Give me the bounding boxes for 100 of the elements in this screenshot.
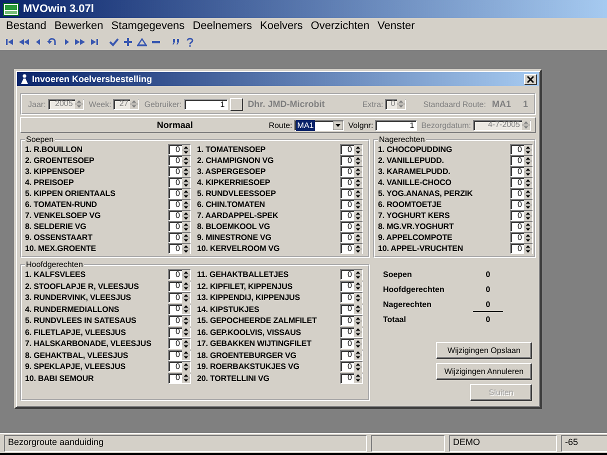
- plus-icon[interactable]: [122, 36, 134, 48]
- spin-box[interactable]: 0: [340, 188, 363, 199]
- menu-item[interactable]: Overzichten: [306, 20, 374, 32]
- spin-box[interactable]: 0: [510, 188, 533, 199]
- spin-arrows-icon[interactable]: [524, 210, 532, 220]
- checkmark-icon[interactable]: [108, 36, 120, 48]
- spin-box[interactable]: 0: [340, 326, 363, 338]
- spin-arrows-icon[interactable]: [524, 200, 532, 210]
- spin-arrows-icon[interactable]: [354, 281, 362, 292]
- spin-arrows-icon[interactable]: [354, 292, 362, 303]
- spin-box[interactable]: 0: [340, 155, 363, 166]
- menu-item[interactable]: Bewerken: [50, 20, 108, 32]
- spin-box[interactable]: 0: [340, 315, 363, 326]
- spin-arrows-icon[interactable]: [354, 156, 362, 166]
- spin-box[interactable]: 0: [168, 199, 191, 210]
- spin-box[interactable]: 0: [168, 210, 191, 221]
- spin-arrows-icon[interactable]: [354, 188, 362, 198]
- spin-box[interactable]: 0: [168, 315, 191, 326]
- spin-arrows-icon[interactable]: [524, 232, 532, 242]
- spin-arrows-icon[interactable]: [354, 362, 362, 372]
- spin-box[interactable]: 0: [168, 232, 191, 243]
- spin-box[interactable]: 0: [168, 166, 191, 177]
- spin-arrows-icon[interactable]: [354, 338, 362, 349]
- spin-arrows-icon[interactable]: [354, 350, 362, 360]
- spin-box[interactable]: 0: [168, 269, 191, 280]
- spin-box[interactable]: 0: [510, 199, 533, 210]
- spin-arrows-icon[interactable]: [182, 144, 190, 154]
- spin-arrows-icon[interactable]: [182, 244, 190, 254]
- spin-arrows-icon[interactable]: [524, 156, 532, 166]
- triangle-icon[interactable]: [136, 36, 148, 48]
- spin-box[interactable]: 0: [510, 243, 533, 254]
- spin-arrows-icon[interactable]: [354, 178, 362, 188]
- spin-arrows-icon[interactable]: [182, 316, 190, 326]
- spin-box[interactable]: 0: [168, 304, 191, 315]
- menu-item[interactable]: Deelnemers: [188, 20, 256, 32]
- spin-arrows-icon[interactable]: [182, 188, 190, 198]
- last-icon[interactable]: [88, 36, 100, 48]
- spin-box[interactable]: 0: [510, 177, 533, 188]
- spin-box[interactable]: 0: [168, 177, 191, 188]
- spin-arrows-icon[interactable]: [354, 200, 362, 210]
- spin-arrows-icon[interactable]: [182, 270, 190, 280]
- menu-item[interactable]: Koelvers: [256, 20, 307, 32]
- spin-arrows-icon[interactable]: [524, 166, 532, 176]
- menu-item[interactable]: Venster: [374, 20, 419, 32]
- spin-box[interactable]: 0: [168, 361, 191, 372]
- spin-box[interactable]: 0: [168, 243, 191, 254]
- spin-arrows-icon[interactable]: [182, 156, 190, 166]
- spin-arrows-icon[interactable]: [182, 327, 190, 338]
- spin-arrows-icon[interactable]: [182, 281, 190, 292]
- spin-box[interactable]: 0: [168, 221, 191, 232]
- spin-box[interactable]: 0: [510, 232, 533, 243]
- spin-box[interactable]: 0: [340, 166, 363, 177]
- spin-box[interactable]: 0: [340, 199, 363, 210]
- spin-box[interactable]: 0: [510, 166, 533, 177]
- spin-box[interactable]: 0: [510, 210, 533, 221]
- spin-arrows-icon[interactable]: [182, 232, 190, 242]
- spin-arrows-icon[interactable]: [524, 188, 532, 198]
- spin-arrows-icon[interactable]: [354, 373, 362, 384]
- spin-box[interactable]: 0: [510, 144, 533, 155]
- menu-item[interactable]: Stamgegevens: [107, 20, 189, 32]
- spin-arrows-icon[interactable]: [524, 178, 532, 188]
- route-dropdown[interactable]: MA1: [294, 120, 344, 130]
- curved-arrow-icon[interactable]: [46, 36, 58, 48]
- spin-arrows-icon[interactable]: [354, 144, 362, 154]
- spin-arrows-icon[interactable]: [182, 166, 190, 176]
- spin-arrows-icon[interactable]: [182, 350, 190, 360]
- spin-box[interactable]: 0: [168, 326, 191, 338]
- spin-box[interactable]: 0: [168, 155, 191, 166]
- spin-box[interactable]: 0: [340, 361, 363, 372]
- spin-arrows-icon[interactable]: [524, 144, 532, 154]
- spin-arrows-icon[interactable]: [354, 222, 362, 232]
- spin-box[interactable]: 0: [168, 338, 191, 350]
- spin-arrows-icon[interactable]: [354, 232, 362, 242]
- spin-arrows-icon[interactable]: [182, 362, 190, 372]
- first-icon[interactable]: [4, 36, 16, 48]
- spin-arrows-icon[interactable]: [354, 244, 362, 254]
- dropdown-arrow-icon[interactable]: [333, 120, 344, 130]
- spin-arrows-icon[interactable]: [182, 222, 190, 232]
- spin-box[interactable]: 0: [168, 372, 191, 384]
- spin-box[interactable]: 0: [340, 372, 363, 384]
- spin-arrows-icon[interactable]: [182, 292, 190, 303]
- menu-item[interactable]: Bestand: [2, 20, 50, 32]
- spin-arrows-icon[interactable]: [182, 200, 190, 210]
- sequence-field[interactable]: 1: [375, 120, 418, 130]
- spin-arrows-icon[interactable]: [354, 270, 362, 280]
- spin-arrows-icon[interactable]: [182, 304, 190, 314]
- spin-box[interactable]: 0: [340, 243, 363, 254]
- close-button[interactable]: [524, 74, 537, 84]
- spin-arrows-icon[interactable]: [354, 210, 362, 220]
- spin-box[interactable]: 0: [340, 177, 363, 188]
- spin-arrows-icon[interactable]: [354, 304, 362, 314]
- spin-arrows-icon[interactable]: [182, 178, 190, 188]
- spin-box[interactable]: 0: [340, 338, 363, 350]
- spin-arrows-icon[interactable]: [354, 316, 362, 326]
- spin-arrows-icon[interactable]: [182, 338, 190, 349]
- spin-box[interactable]: 0: [168, 188, 191, 199]
- help-icon[interactable]: [184, 36, 196, 48]
- spin-box[interactable]: 0: [340, 350, 363, 361]
- spin-box[interactable]: 0: [340, 269, 363, 280]
- spin-box[interactable]: 0: [340, 144, 363, 155]
